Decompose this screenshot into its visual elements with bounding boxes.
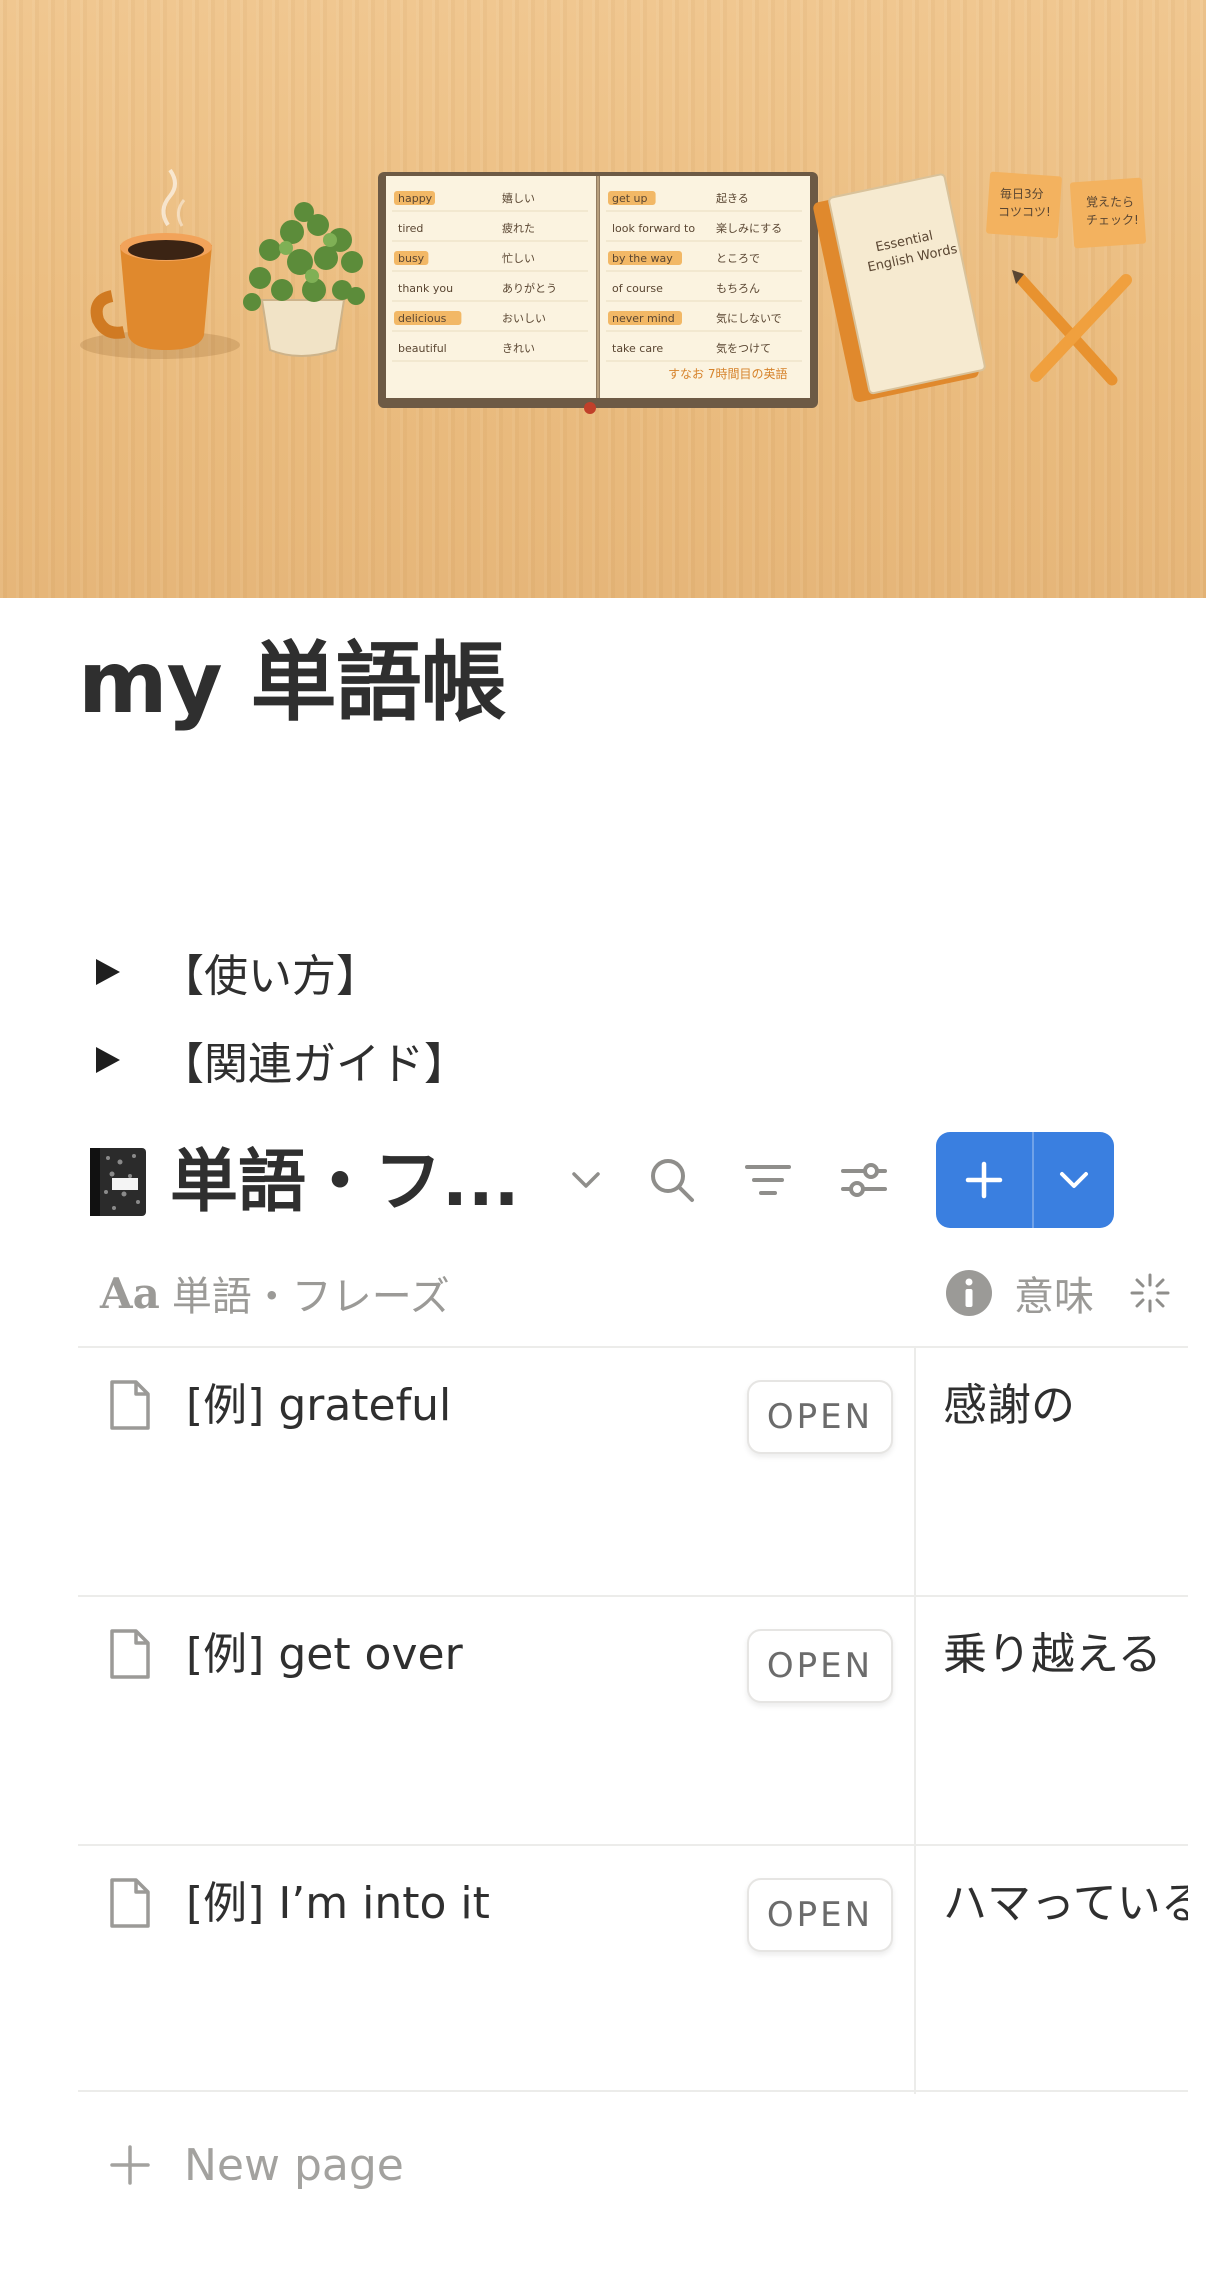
aa-text-icon: Aa <box>100 1268 160 1318</box>
sticky-note-2-line1: 覚えたら <box>1086 195 1134 209</box>
notebook-word-ja: きれい <box>502 342 535 355</box>
column-divider <box>914 1346 916 2094</box>
row-meaning[interactable]: ハマっている <box>943 1874 1188 1934</box>
search-icon[interactable] <box>642 1150 702 1210</box>
page-icon <box>110 1380 150 1430</box>
new-entry-dropdown-button[interactable] <box>1034 1132 1114 1228</box>
row-meaning[interactable]: 感謝の <box>943 1376 1075 1436</box>
toggle-label: 【関連ガイド】 <box>160 1039 468 1090</box>
notebook-footer: すなお 7時間目の英語 <box>668 366 787 381</box>
page-cover: happy 嬉しい tired 疲れた busy 忙しい thank you ありがとう del… <box>0 0 1206 598</box>
notebook-word-en: of course <box>612 282 663 295</box>
open-button[interactable]: OPEN <box>747 1878 893 1952</box>
sparkle-icon <box>1130 1273 1170 1313</box>
column-header-word[interactable]: Aa 単語・フレーズ <box>100 1258 450 1328</box>
notebook-word-ja: 疲れた <box>502 221 535 235</box>
toggle-triangle-icon[interactable] <box>96 959 120 985</box>
sticky-note-1-line2: コツコツ! <box>998 205 1051 219</box>
notebook-word-ja: ところで <box>716 252 760 265</box>
chevron-down-icon[interactable] <box>556 1150 616 1210</box>
database-header: 単語・フ... <box>78 1130 1128 1230</box>
toggle-related-guide[interactable]: 【関連ガイド】 <box>96 1030 468 1090</box>
toggle-usage[interactable]: 【使い方】 <box>96 942 380 1002</box>
notebook-word-ja: 気にしないで <box>716 311 782 325</box>
notebook-word-ja: 起きる <box>716 192 749 205</box>
database-title[interactable]: 単語・フ... <box>170 1138 520 1228</box>
notebook-word-en: busy <box>398 252 425 265</box>
column-header-meaning[interactable]: 意味 <box>944 1258 1094 1328</box>
toggle-triangle-icon[interactable] <box>96 1047 120 1073</box>
coffee-cup-illustration <box>80 168 240 359</box>
notebook-word-en: never mind <box>612 312 675 325</box>
notebook-icon <box>90 1148 146 1216</box>
new-page-button[interactable]: New page <box>108 2130 404 2200</box>
table-row[interactable]: [例] grateful OPEN 感謝の <box>78 1346 1188 1594</box>
notebook-word-en: thank you <box>398 282 453 295</box>
column-header-label: 単語・フレーズ <box>171 1274 450 1320</box>
table-row[interactable]: [例] I’m into it OPEN ハマっている <box>78 1844 1188 2092</box>
new-entry-button[interactable] <box>936 1132 1114 1228</box>
open-button[interactable]: OPEN <box>747 1629 893 1703</box>
notebook-word-en: by the way <box>612 252 673 265</box>
row-meaning[interactable]: 乗り越える <box>943 1625 1162 1685</box>
notebook-word-ja: ありがとう <box>502 281 557 295</box>
toggle-label: 【使い方】 <box>160 951 380 1002</box>
notebook-word-ja: 嬉しい <box>502 191 535 205</box>
plus-icon <box>110 2145 150 2185</box>
notebook-word-en: delicious <box>398 312 447 325</box>
notebook-word-ja: 忙しい <box>502 251 535 265</box>
notebook-word-ja: もちろん <box>716 282 760 295</box>
pen-pencil-illustration <box>1012 270 1132 386</box>
open-notebook-illustration: happy 嬉しい tired 疲れた busy 忙しい thank you ありがとう del… <box>378 172 818 414</box>
info-icon <box>946 1270 992 1316</box>
column-header-label: 意味 <box>1014 1274 1094 1320</box>
notebook-word-ja: 気をつけて <box>716 341 771 355</box>
plus-icon <box>965 1161 1003 1199</box>
database-table: [例] grateful OPEN 感謝の [例] get over OPEN … <box>78 1346 1188 2096</box>
chevron-down-icon <box>1060 1172 1088 1188</box>
page-icon <box>110 1629 150 1679</box>
notebook-word-en: take care <box>612 342 663 355</box>
sticky-note-2-line2: チェック! <box>1086 213 1139 227</box>
potted-plant-illustration <box>243 202 365 357</box>
filter-icon[interactable] <box>738 1150 798 1210</box>
notebook-word-en: tired <box>398 222 423 235</box>
notebook-word-en: beautiful <box>398 342 447 355</box>
table-row[interactable]: [例] get over OPEN 乗り越える <box>78 1595 1188 1843</box>
open-button[interactable]: OPEN <box>747 1380 893 1454</box>
settings-sliders-icon[interactable] <box>834 1150 894 1210</box>
row-title[interactable]: [例] get over <box>186 1625 463 1685</box>
row-title[interactable]: [例] grateful <box>186 1376 451 1436</box>
notebook-word-en: happy <box>398 192 433 205</box>
notebook-word-ja: 楽しみにする <box>716 222 782 235</box>
new-page-label: New page <box>184 2139 404 2191</box>
cover-illustration: happy 嬉しい tired 疲れた busy 忙しい thank you ありがとう del… <box>80 168 1147 414</box>
add-entry-button[interactable] <box>936 1132 1032 1228</box>
english-book-illustration: Essential English Words <box>813 173 986 402</box>
sticky-notes-illustration: 毎日3分 コツコツ! 覚えたら チェック! <box>986 171 1147 249</box>
ai-autofill-column-header[interactable] <box>1128 1258 1172 1328</box>
sticky-note-1-line1: 毎日3分 <box>1000 186 1044 201</box>
row-title[interactable]: [例] I’m into it <box>186 1874 490 1934</box>
page-title: my 単語帳 <box>78 633 507 733</box>
notebook-word-en: get up <box>612 192 648 205</box>
page-icon <box>110 1878 150 1928</box>
notebook-word-ja: おいしい <box>502 312 546 325</box>
notebook-word-en: look forward to <box>612 222 695 235</box>
